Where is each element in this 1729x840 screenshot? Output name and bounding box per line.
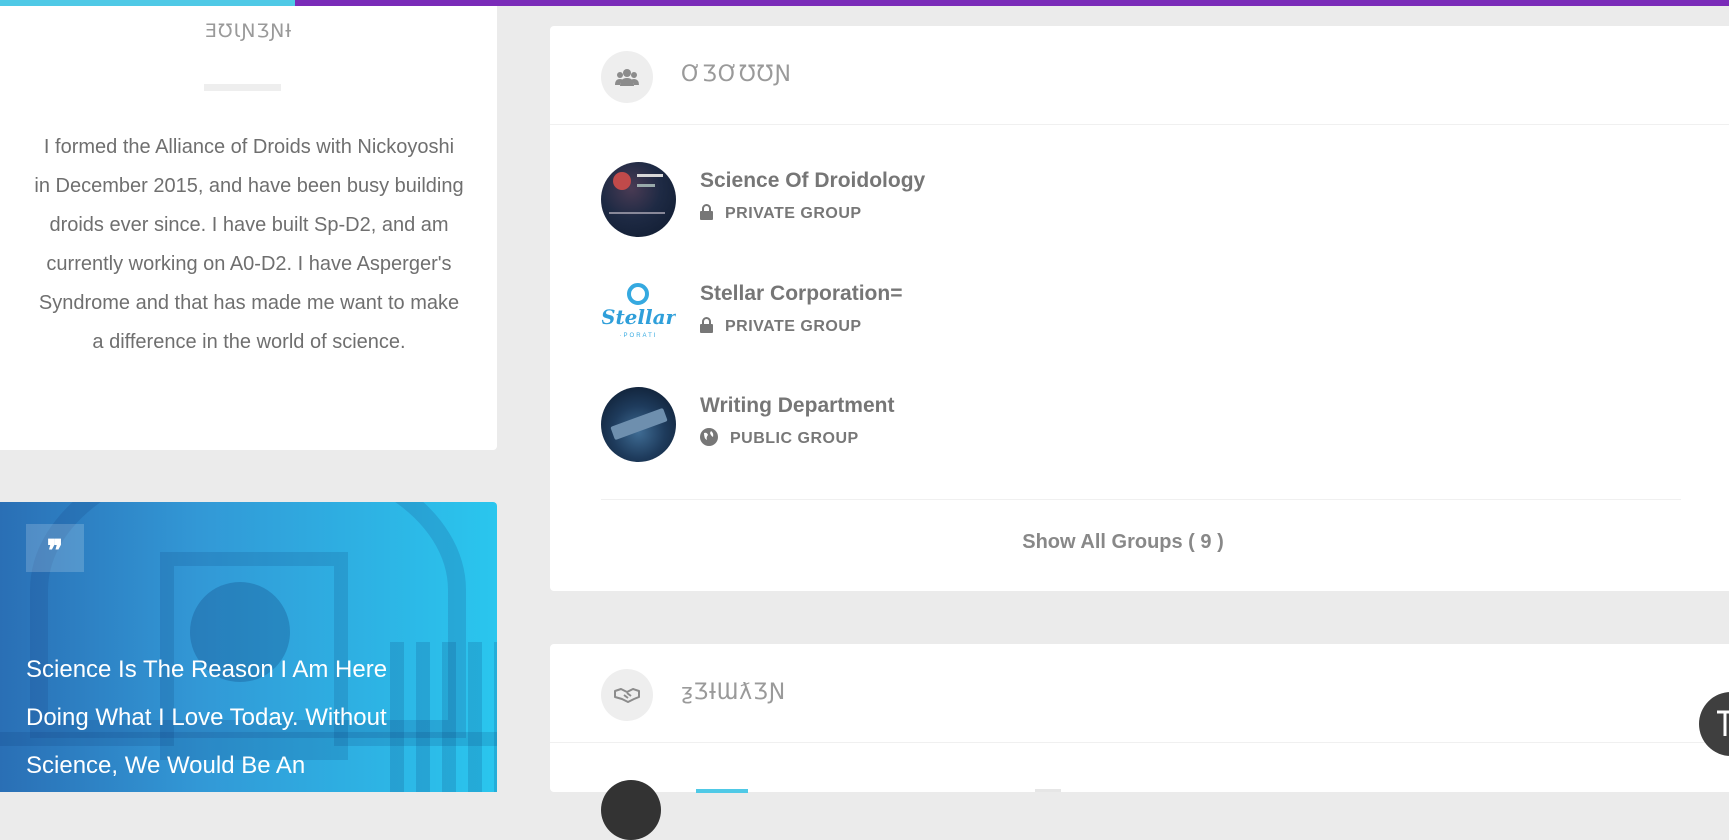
divider bbox=[601, 499, 1681, 500]
group-avatar[interactable] bbox=[601, 162, 676, 237]
lock-icon bbox=[700, 316, 713, 338]
group-meta: PRIVATE GROUP bbox=[700, 203, 862, 225]
group-type: PRIVATE GROUP bbox=[725, 318, 862, 335]
quote-icon: ❞ bbox=[26, 524, 84, 572]
group-item[interactable]: Writing Department PUBLIC GROUP bbox=[601, 387, 1201, 463]
users-icon bbox=[601, 51, 653, 103]
about-title: ƎƱƖƝƷƝƗ bbox=[205, 20, 292, 42]
friend-avatar[interactable] bbox=[601, 780, 661, 840]
group-item[interactable]: Science Of Droidology PRIVATE GROUP bbox=[601, 162, 1201, 238]
about-card: ƎƱƖƝƷƝƗ I formed the Alliance of Droids … bbox=[0, 6, 497, 450]
group-meta: PRIVATE GROUP bbox=[700, 316, 862, 338]
about-divider bbox=[204, 84, 281, 91]
groups-header: ƠƷƠƱƱƝ bbox=[550, 26, 1729, 125]
status-badge bbox=[696, 789, 748, 793]
group-avatar[interactable] bbox=[601, 387, 676, 462]
scroll-to-top-button[interactable] bbox=[1699, 692, 1729, 756]
group-type: PUBLIC GROUP bbox=[730, 430, 859, 447]
group-type: PRIVATE GROUP bbox=[725, 205, 862, 222]
friends-header: ƺƷƗƜƛƷƝ bbox=[550, 644, 1729, 743]
friends-title: ƺƷƗƜƛƷƝ bbox=[681, 680, 787, 705]
quote-card: ❞ Science Is The Reason I Am Here Doing … bbox=[0, 502, 497, 792]
lock-icon bbox=[700, 203, 713, 225]
group-name[interactable]: Science Of Droidology bbox=[700, 169, 925, 193]
handshake-icon bbox=[601, 669, 653, 721]
friends-card: ƺƷƗƜƛƷƝ bbox=[550, 644, 1729, 840]
about-text: I formed the Alliance of Droids with Nic… bbox=[34, 136, 464, 353]
groups-card: ƠƷƠƱƱƝ Science Of Droidology PRIVATE GRO… bbox=[550, 26, 1729, 591]
quote-text: Science Is The Reason I Am Here Doing Wh… bbox=[26, 656, 388, 779]
group-avatar[interactable]: Stellar ·PORATI bbox=[601, 275, 676, 350]
group-name[interactable]: Stellar Corporation= bbox=[700, 282, 902, 306]
groups-title: ƠƷƠƱƱƝ bbox=[681, 62, 792, 87]
arrow-up-icon bbox=[1717, 710, 1729, 736]
globe-icon bbox=[700, 427, 718, 451]
show-all-groups-link[interactable]: Show All Groups ( 9 ) bbox=[550, 531, 1696, 554]
group-name[interactable]: Writing Department bbox=[700, 394, 894, 418]
group-item[interactable]: Stellar ·PORATI Stellar Corporation= PRI… bbox=[601, 275, 1201, 351]
group-meta: PUBLIC GROUP bbox=[700, 427, 859, 451]
